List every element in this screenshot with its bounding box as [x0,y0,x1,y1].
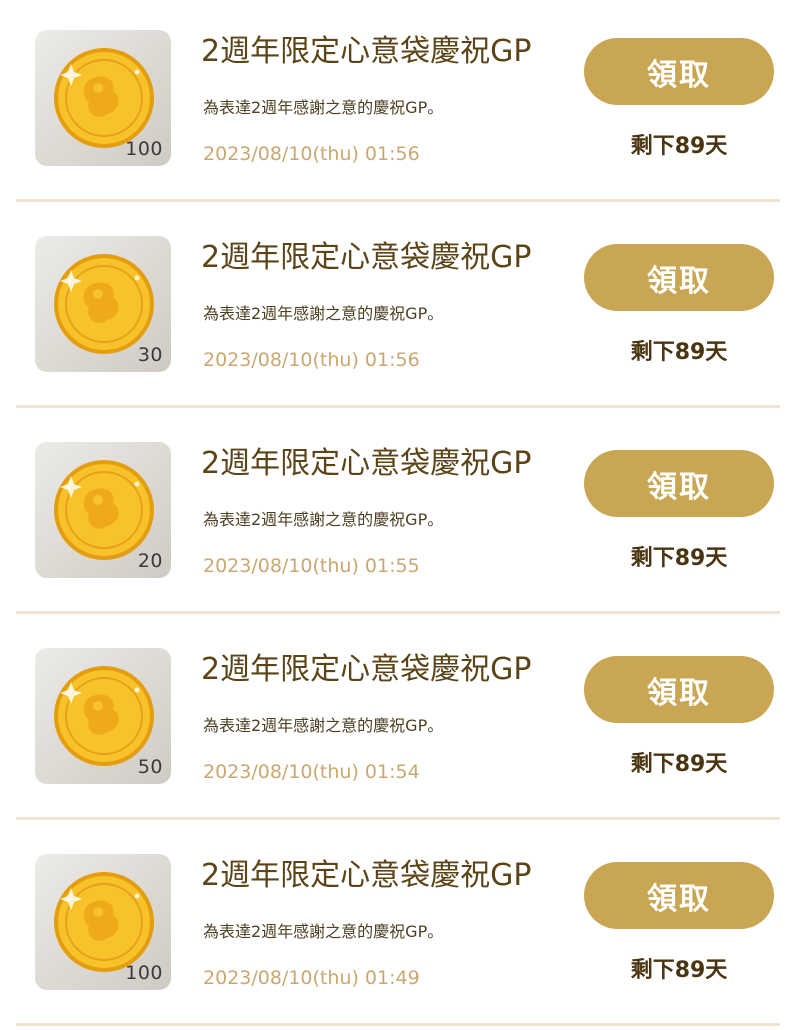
gold-coin-icon [54,460,154,560]
gift-title: 2週年限定心意袋慶祝GP [201,240,532,275]
gift-item: 50 2週年限定心意袋慶祝GP 為表達2週年感謝之意的慶祝GP。 2023/08… [0,618,796,824]
gift-item: 100 2週年限定心意袋慶祝GP 為表達2週年感謝之意的慶祝GP。 2023/0… [0,0,796,206]
claim-button[interactable]: 領取 [584,244,774,311]
gift-date: 2023/08/10(thu) 01:54 [203,761,420,783]
gift-description: 為表達2週年感謝之意的慶祝GP。 [203,304,444,323]
gift-title: 2週年限定心意袋慶祝GP [201,652,532,687]
remaining-days: 剩下89天 [630,340,728,365]
remaining-days: 剩下89天 [630,752,728,777]
gift-description: 為表達2週年感謝之意的慶祝GP。 [203,510,444,529]
gift-description: 為表達2週年感謝之意的慶祝GP。 [203,98,444,117]
gp-amount-label: 100 [125,138,163,160]
gift-item: 30 2週年限定心意袋慶祝GP 為表達2週年感謝之意的慶祝GP。 2023/08… [0,206,796,412]
claim-button[interactable]: 領取 [584,38,774,105]
gift-description: 為表達2週年感謝之意的慶祝GP。 [203,922,444,941]
gift-item: 100 2週年限定心意袋慶祝GP 為表達2週年感謝之意的慶祝GP。 2023/0… [0,824,796,1030]
gift-date: 2023/08/10(thu) 01:55 [203,555,420,577]
gift-description: 為表達2週年感謝之意的慶祝GP。 [203,716,444,735]
gp-amount-label: 30 [137,344,163,366]
claim-button[interactable]: 領取 [584,450,774,517]
gp-amount-label: 20 [137,550,163,572]
gift-title: 2週年限定心意袋慶祝GP [201,446,532,481]
gold-coin-icon [54,666,154,766]
gift-title: 2週年限定心意袋慶祝GP [201,34,532,69]
gift-item: 20 2週年限定心意袋慶祝GP 為表達2週年感謝之意的慶祝GP。 2023/08… [0,412,796,618]
gp-amount-label: 100 [125,962,163,984]
gift-date: 2023/08/10(thu) 01:49 [203,967,420,989]
claim-button[interactable]: 領取 [584,862,774,929]
gold-coin-icon [54,48,154,148]
gift-thumbnail: 100 [35,854,171,990]
gold-coin-icon [54,254,154,354]
gift-thumbnail: 20 [35,442,171,578]
remaining-days: 剩下89天 [630,134,728,159]
gift-thumbnail: 50 [35,648,171,784]
gift-title: 2週年限定心意袋慶祝GP [201,858,532,893]
gift-thumbnail: 30 [35,236,171,372]
remaining-days: 剩下89天 [630,546,728,571]
remaining-days: 剩下89天 [630,958,728,983]
gp-amount-label: 50 [137,756,163,778]
claim-button[interactable]: 領取 [584,656,774,723]
gift-date: 2023/08/10(thu) 01:56 [203,349,420,371]
gold-coin-icon [54,872,154,972]
gift-date: 2023/08/10(thu) 01:56 [203,143,420,165]
gift-list: 100 2週年限定心意袋慶祝GP 為表達2週年感謝之意的慶祝GP。 2023/0… [0,0,796,1030]
gift-thumbnail: 100 [35,30,171,166]
